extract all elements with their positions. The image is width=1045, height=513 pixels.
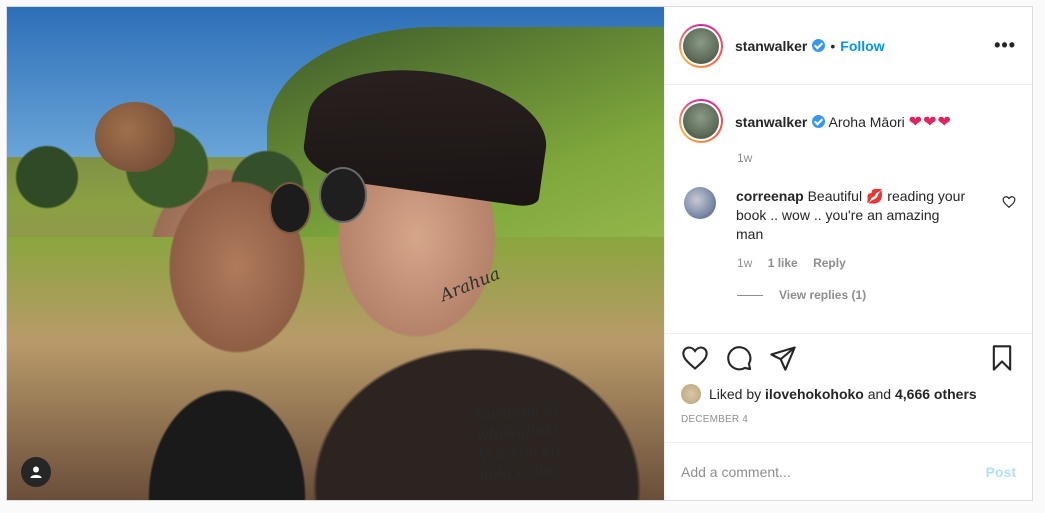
caption-body: Aroha Māori (828, 114, 905, 130)
liker-avatar[interactable] (681, 384, 701, 404)
caption-avatar[interactable] (679, 99, 723, 143)
user-tag-button[interactable] (21, 457, 51, 487)
liker-username[interactable]: ilovehokohoko (765, 386, 864, 402)
post-date[interactable]: DECEMBER 4 (665, 406, 1032, 442)
caption-text: stanwalker Aroha Māori ❤❤❤ (735, 113, 952, 132)
likes-prefix: Liked by (709, 386, 762, 402)
author-username[interactable]: stanwalker (735, 38, 807, 54)
more-options-icon[interactable]: ••• (994, 35, 1016, 56)
photo-hair-bun (95, 102, 175, 172)
commenter-avatar[interactable] (684, 187, 716, 219)
comment-input[interactable] (681, 463, 986, 480)
author-avatar[interactable] (679, 23, 723, 68)
post-sidebar: stanwalker • Follow ••• stanwalker Aroha… (664, 7, 1032, 500)
add-comment-bar: Post (665, 442, 1032, 500)
follow-button[interactable]: Follow (840, 38, 884, 54)
comment-text: correenap Beautiful 💋 reading your book … (736, 187, 966, 244)
reply-button[interactable]: Reply (813, 256, 846, 270)
comment-icon[interactable] (725, 344, 753, 372)
bookmark-icon[interactable] (988, 344, 1016, 372)
replies-divider (737, 294, 763, 296)
comment-like-icon[interactable] (1002, 195, 1016, 209)
comment-meta: 1w 1 like Reply (737, 256, 1016, 270)
photo-chest-tattoo: Kuranga ki whakahoki ki a koe ko hoki e … (474, 399, 563, 485)
post-container: Arahua Kuranga ki whakahoki ki a koe ko … (6, 6, 1033, 501)
caption-hearts: ❤❤❤ (908, 114, 952, 131)
commenter-username[interactable]: correenap (736, 188, 804, 204)
post-comment-button[interactable]: Post (986, 464, 1016, 480)
view-replies-label: View replies (1) (779, 288, 867, 302)
caption-row: stanwalker Aroha Māori ❤❤❤ (679, 99, 1016, 143)
post-photo[interactable]: Arahua Kuranga ki whakahoki ki a koe ko … (7, 7, 664, 500)
caption-timestamp[interactable]: 1w (737, 151, 1016, 165)
photo-sunglasses-right (319, 167, 367, 223)
comment-likes-count[interactable]: 1 like (768, 256, 798, 270)
kiss-emoji: 💋 (865, 188, 884, 204)
view-replies-button[interactable]: View replies (1) (737, 288, 1016, 302)
photo-sunglasses-left (269, 182, 311, 234)
likes-others[interactable]: 4,666 others (895, 386, 977, 402)
heart-icon[interactable] (681, 344, 709, 372)
comments-section: stanwalker Aroha Māori ❤❤❤ 1w correenap … (665, 85, 1032, 334)
separator-dot: • (830, 37, 836, 54)
comment-timestamp: 1w (737, 256, 753, 270)
comment-row: correenap Beautiful 💋 reading your book … (679, 187, 1016, 244)
user-tag-icon (30, 466, 42, 478)
share-icon[interactable] (769, 344, 797, 372)
comment-text-start: Beautiful (807, 188, 863, 204)
caption-username[interactable]: stanwalker (735, 114, 807, 130)
verified-badge-icon (812, 39, 826, 52)
post-header: stanwalker • Follow ••• (665, 7, 1032, 85)
verified-badge-icon (812, 115, 826, 128)
likes-conjunction: and (867, 386, 892, 402)
likes-summary: Liked by ilovehokohoko and 4,666 others (665, 382, 1032, 406)
action-bar (665, 334, 1032, 382)
